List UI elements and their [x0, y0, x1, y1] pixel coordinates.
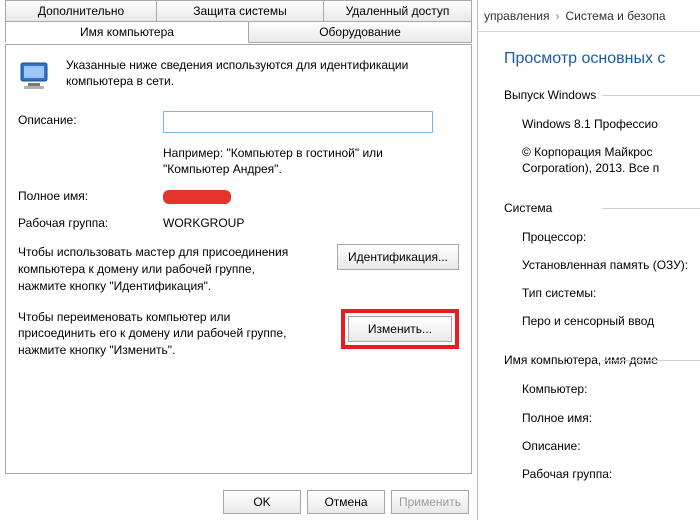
tab-remote-access[interactable]: Удаленный доступ	[323, 0, 472, 22]
highlight-box: Изменить...	[341, 309, 459, 349]
change-blurb: Чтобы переименовать компьютер или присое…	[18, 309, 298, 359]
apply-button[interactable]: Применить	[391, 490, 469, 514]
description-input[interactable]	[163, 111, 433, 133]
example-hint: Например: "Компьютер в гостиной" или "Ко…	[163, 143, 433, 177]
system-properties-dialog: Дополнительно Защита системы Удаленный д…	[0, 0, 478, 520]
tab-advanced[interactable]: Дополнительно	[5, 0, 157, 22]
group-computer-name: Имя компьютера, имя доме	[504, 353, 700, 367]
tab-strip: Дополнительно Защита системы Удаленный д…	[5, 0, 472, 44]
dialog-button-bar: OK Отмена Применить	[223, 490, 469, 514]
copyright-text: © Корпорация Майкрос Corporation), 2013.…	[522, 144, 700, 176]
intro-text: Указанные ниже сведения используются для…	[66, 57, 459, 89]
computer-label: Компьютер:	[522, 381, 700, 397]
identify-blurb: Чтобы использовать мастер для присоедине…	[18, 244, 298, 294]
group-system: Система	[504, 201, 700, 215]
system-info-pane: управления › Система и безопа Просмотр о…	[478, 0, 700, 520]
fullname-label: Полное имя:	[18, 187, 163, 203]
description2-label: Описание:	[522, 438, 700, 454]
fullname2-label: Полное имя:	[522, 410, 700, 426]
group-windows-edition: Выпуск Windows	[504, 88, 700, 102]
identify-button[interactable]: Идентификация...	[337, 244, 459, 270]
fullname-value	[163, 187, 231, 204]
tab-system-protect[interactable]: Защита системы	[156, 0, 324, 22]
breadcrumb-item[interactable]: Система и безопа	[565, 9, 665, 23]
ok-button[interactable]: OK	[223, 490, 301, 514]
workgroup-label: Рабочая группа:	[18, 214, 163, 230]
redacted-icon	[163, 190, 231, 204]
workgroup2-label: Рабочая группа:	[522, 466, 700, 482]
page-heading: Просмотр основных с	[504, 50, 700, 68]
description-label: Описание:	[18, 111, 163, 127]
processor-label: Процессор:	[522, 229, 700, 245]
cancel-button[interactable]: Отмена	[307, 490, 385, 514]
pen-touch-label: Перо и сенсорный ввод	[522, 313, 700, 329]
tab-panel-computer-name: Указанные ниже сведения используются для…	[5, 44, 472, 474]
system-type-label: Тип системы:	[522, 285, 700, 301]
change-button[interactable]: Изменить...	[348, 316, 452, 342]
breadcrumb[interactable]: управления › Система и безопа	[478, 0, 700, 32]
windows-edition-value: Windows 8.1 Профессио	[522, 116, 700, 132]
ram-label: Установленная память (ОЗУ):	[522, 257, 692, 273]
tab-computer-name[interactable]: Имя компьютера	[5, 21, 249, 43]
computer-icon	[18, 59, 54, 95]
tab-hardware[interactable]: Оборудование	[248, 21, 472, 43]
breadcrumb-item[interactable]: управления	[484, 9, 549, 23]
chevron-right-icon: ›	[555, 9, 559, 23]
workgroup-value: WORKGROUP	[163, 214, 244, 230]
